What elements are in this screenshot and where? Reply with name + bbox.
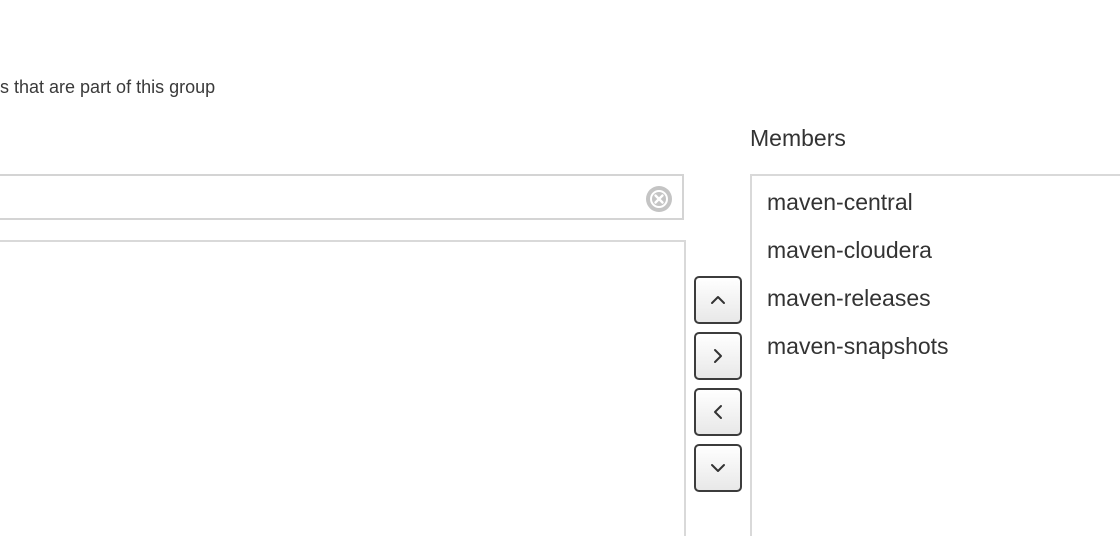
move-down-button[interactable]	[694, 444, 742, 492]
add-member-button[interactable]	[694, 332, 742, 380]
available-filter-input[interactable]	[0, 176, 640, 218]
available-filter	[0, 174, 684, 220]
members-heading: Members	[750, 125, 846, 151]
member-item[interactable]: maven-cloudera	[752, 226, 1120, 274]
member-item[interactable]: maven-releases	[752, 274, 1120, 322]
chevron-up-icon	[711, 296, 725, 304]
members-list[interactable]: maven-central maven-cloudera maven-relea…	[750, 174, 1120, 536]
clear-filter-icon[interactable]	[645, 185, 673, 213]
chevron-right-icon	[714, 349, 722, 363]
move-up-button[interactable]	[694, 276, 742, 324]
members-help-text: s that are part of this group	[0, 77, 216, 97]
chevron-down-icon	[711, 464, 725, 472]
repository-group-members-editor: s that are part of this group Members ma…	[0, 0, 1120, 536]
available-repositories-list[interactable]	[0, 240, 686, 536]
member-item[interactable]: maven-snapshots	[752, 322, 1120, 370]
chevron-left-icon	[714, 405, 722, 419]
remove-member-button[interactable]	[694, 388, 742, 436]
member-item[interactable]: maven-central	[752, 178, 1120, 226]
